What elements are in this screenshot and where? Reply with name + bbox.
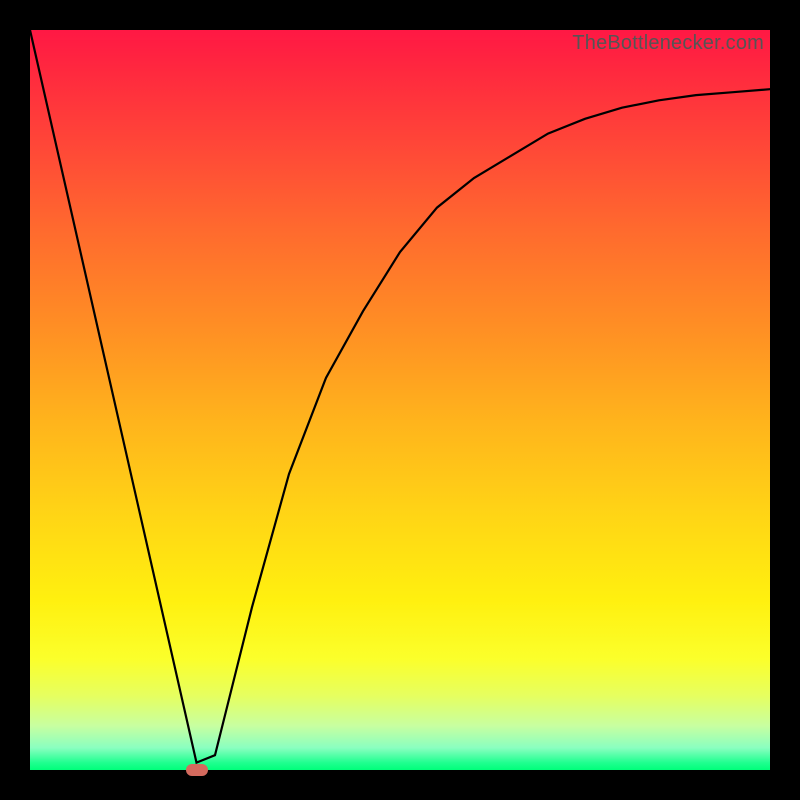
curve-svg xyxy=(30,30,770,770)
plot-area: TheBottlenecker.com xyxy=(30,30,770,770)
chart-frame: TheBottlenecker.com xyxy=(0,0,800,800)
bottleneck-curve xyxy=(30,30,770,763)
optimal-point-marker xyxy=(186,764,208,776)
